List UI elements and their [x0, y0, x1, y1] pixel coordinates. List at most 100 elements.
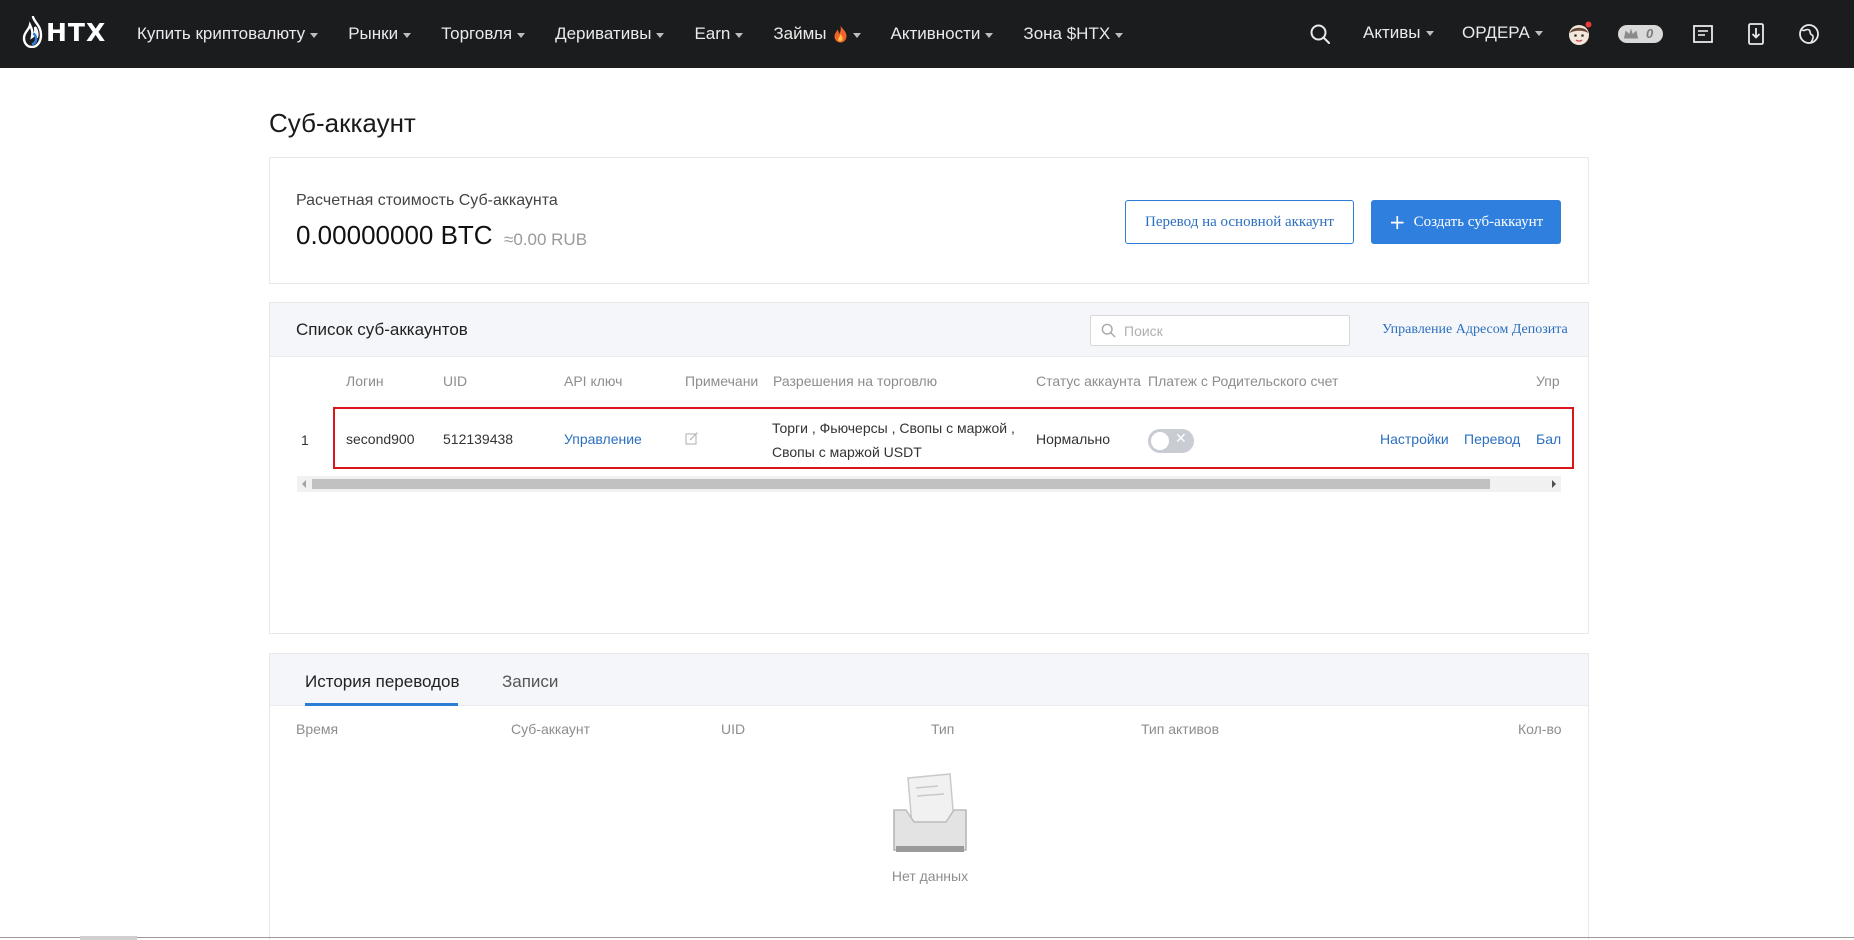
column-header-uid: UID	[443, 373, 468, 389]
nav-label: Купить криптовалюту	[137, 24, 306, 43]
balance-link[interactable]: Бал	[1536, 431, 1561, 447]
fire-icon	[834, 25, 847, 43]
caret-down-icon	[852, 32, 861, 38]
estimated-value-btc: 0.00000000 BTC	[296, 220, 493, 250]
column-header-trading-permissions: Разрешения на торговлю	[773, 373, 938, 389]
orders-label: ОРДЕРА	[1462, 23, 1530, 42]
nav-activities[interactable]: Активности	[891, 24, 994, 44]
estimated-value-label: Расчетная стоимость Суб-аккаунта	[296, 192, 558, 209]
nav-label: Деривативы	[555, 24, 652, 43]
subaccount-list-title: Список суб-аккаунтов	[296, 320, 468, 339]
nav-label: Рынки	[348, 24, 399, 43]
column-header-type: Тип	[931, 721, 955, 737]
tab-transfer-history[interactable]: История переводов	[305, 672, 460, 692]
scroll-right-icon[interactable]	[1552, 480, 1556, 488]
download-icon[interactable]	[1743, 21, 1769, 47]
trading-permissions: Торги , Фьючерсы , Свопы с маржой , Своп…	[772, 420, 1015, 460]
nav-label: Зона $HTX	[1023, 24, 1111, 43]
column-header-login: Логин	[346, 373, 384, 389]
search-icon[interactable]	[1308, 22, 1332, 46]
account-status: Нормально	[1036, 431, 1111, 447]
column-header-amount: Кол-во	[1518, 721, 1562, 737]
subaccount-uid: 512139438	[443, 431, 514, 447]
window-bottom-border	[0, 937, 1854, 938]
caret-down-icon	[1425, 30, 1434, 36]
caret-down-icon	[517, 32, 526, 38]
subaccount-list-header: Список суб-аккаунтов Управление Адресом …	[270, 303, 1588, 357]
subaccount-list-card: Список суб-аккаунтов Управление Адресом …	[269, 302, 1589, 634]
settings-link[interactable]: Настройки	[1380, 431, 1449, 447]
caret-down-icon	[735, 32, 744, 38]
subaccount-summary-card: Расчетная стоимость Суб-аккаунта 0.00000…	[269, 157, 1589, 284]
history-tabs: История переводов Записи	[270, 654, 1588, 706]
estimated-value-fiat: ≈0.00 RUB	[504, 230, 588, 249]
column-header-uid: UID	[721, 721, 746, 737]
assets-label: Активы	[1363, 23, 1421, 42]
create-subaccount-button[interactable]: + Создать суб-аккаунт	[1371, 200, 1561, 244]
close-icon: ✕	[1175, 431, 1187, 447]
transfer-to-main-button[interactable]: Перевод на основной аккаунт	[1125, 200, 1354, 244]
search-field[interactable]	[1090, 315, 1350, 346]
orders-menu[interactable]: ОРДЕРА	[1462, 23, 1543, 43]
caret-down-icon	[656, 32, 665, 38]
nav-label: Earn	[694, 24, 731, 43]
top-navigation: HTX Купить криптовалюту Рынки Торговля Д…	[0, 0, 1854, 68]
nav-htx-zone[interactable]: Зона $HTX	[1023, 24, 1124, 44]
api-key-manage-link[interactable]: Управление	[564, 431, 642, 447]
column-header-account-status: Статус аккаунта	[1036, 373, 1141, 389]
scroll-left-icon[interactable]	[302, 480, 306, 488]
parent-payment-toggle[interactable]: ✕	[1148, 429, 1194, 453]
nav-markets[interactable]: Рынки	[348, 24, 412, 44]
nav-label: Торговля	[441, 24, 513, 43]
toggle-knob	[1151, 432, 1169, 450]
htx-logo[interactable]: HTX	[22, 16, 106, 48]
vip-level: 0	[1646, 26, 1654, 41]
plus-icon: +	[1388, 210, 1406, 234]
globe-icon[interactable]	[1796, 21, 1822, 47]
caret-down-icon	[403, 32, 412, 38]
active-tab-indicator	[305, 703, 458, 706]
avatar-icon[interactable]	[1566, 21, 1592, 47]
subaccount-login: second900	[346, 431, 415, 447]
vip-badge[interactable]: 0	[1618, 25, 1663, 43]
notes-icon[interactable]	[1690, 21, 1716, 47]
nav-earn[interactable]: Earn	[694, 24, 744, 44]
caret-down-icon	[1534, 30, 1543, 36]
edit-icon[interactable]	[685, 431, 699, 445]
search-input[interactable]	[1124, 322, 1344, 339]
column-header-api-key: API ключ	[564, 373, 623, 389]
transfer-history-card: История переводов Записи Время Суб-аккау…	[269, 653, 1589, 940]
column-header-notes: Примечани	[685, 373, 759, 389]
column-header-parent-payment: Платеж с Родительского счет	[1148, 373, 1339, 389]
column-header-asset-type: Тип активов	[1141, 721, 1220, 737]
empty-state-text: Нет данных	[891, 868, 969, 884]
caret-down-icon	[1115, 32, 1124, 38]
nav-buy-crypto[interactable]: Купить криптовалюту	[137, 24, 319, 44]
caret-down-icon	[310, 32, 319, 38]
caret-down-icon	[985, 32, 994, 38]
main-menu: Купить криптовалюту Рынки Торговля Дерив…	[137, 0, 1153, 68]
column-header-subaccount: Суб-аккаунт	[511, 721, 591, 737]
nav-label: Активности	[890, 24, 981, 43]
nav-loans[interactable]: Займы	[773, 24, 861, 44]
page-title: Суб-аккаунт	[269, 108, 416, 138]
nav-derivatives[interactable]: Деривативы	[555, 24, 665, 44]
flame-logo-icon	[22, 16, 43, 48]
nav-label: Займы	[773, 24, 827, 43]
search-icon	[1101, 323, 1116, 338]
nav-trading[interactable]: Торговля	[441, 24, 526, 44]
column-header-time: Время	[296, 721, 339, 737]
vip-crown-icon	[1623, 28, 1639, 39]
transfer-link[interactable]: Перевод	[1464, 431, 1520, 447]
horizontal-scrollbar[interactable]	[297, 476, 1561, 492]
empty-box-icon	[893, 773, 967, 852]
tab-records[interactable]: Записи	[502, 672, 558, 692]
brand-name: HTX	[46, 17, 107, 47]
column-header-manage: Упр	[1536, 373, 1560, 389]
window-bottom-tab	[80, 936, 137, 940]
row-index: 1	[301, 432, 309, 448]
scrollbar-thumb[interactable]	[312, 479, 1490, 489]
assets-menu[interactable]: Активы	[1363, 23, 1434, 43]
manage-deposit-address-link[interactable]: Управление Адресом Депозита	[1382, 322, 1568, 338]
create-subaccount-label: Создать суб-аккаунт	[1413, 213, 1544, 230]
